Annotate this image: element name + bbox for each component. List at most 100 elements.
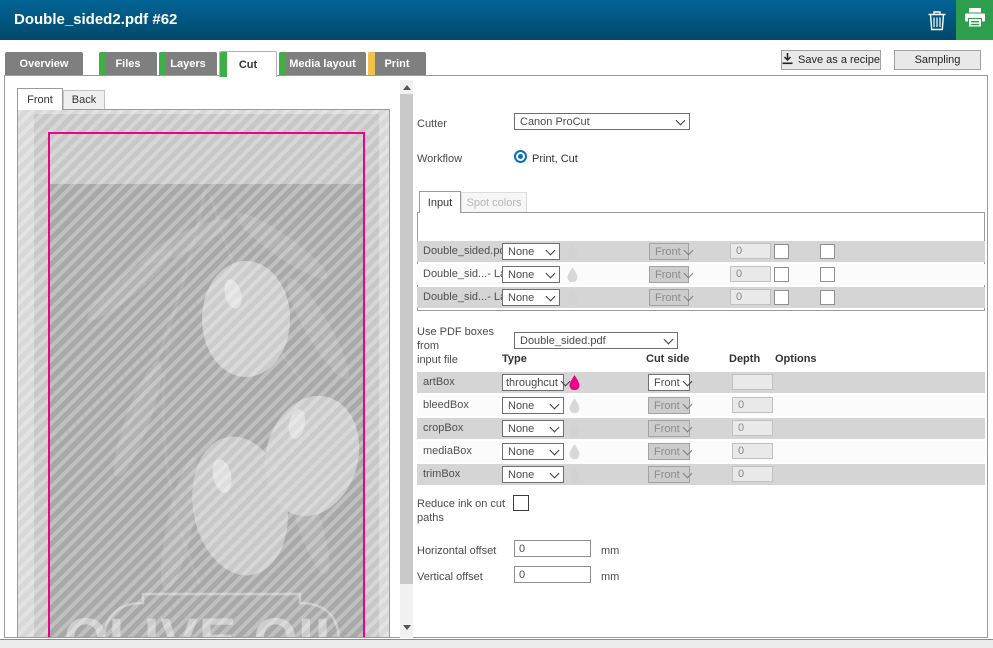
type-value: None — [508, 246, 534, 258]
tab-print[interactable]: Print — [368, 52, 426, 75]
chevron-down-icon — [676, 115, 686, 125]
table-row: mediaBox None Front 0 — [417, 441, 985, 462]
chevron-down-icon — [546, 268, 556, 278]
chevron-down-icon — [682, 376, 692, 386]
preview-tab-front[interactable]: Front — [17, 88, 63, 110]
preview-tab-back[interactable]: Back — [63, 90, 105, 109]
droplet-icon — [569, 421, 580, 436]
row-name: Double_sided.pdf — [423, 241, 509, 262]
scroll-up-arrow-icon[interactable] — [403, 85, 411, 90]
col-header-cut-side: Cut side — [646, 353, 689, 366]
type-select[interactable]: None — [502, 289, 560, 306]
pdf-boxes-value: Double_sided.pdf — [520, 335, 606, 347]
scrollbar-thumb[interactable] — [400, 94, 413, 584]
sampling-button[interactable]: Sampling — [894, 50, 981, 70]
cut-side-value: Front — [654, 377, 680, 389]
workflow-label: Workflow — [417, 152, 462, 166]
tab-media-layout[interactable]: Media layout — [279, 52, 366, 75]
flip-horizontal-checkbox[interactable] — [774, 244, 789, 259]
tab-layers[interactable]: Layers — [159, 52, 217, 75]
cut-side-select: Front — [648, 466, 690, 483]
type-value: None — [508, 446, 534, 458]
type-select[interactable]: None — [502, 243, 560, 260]
tab-cut-label: Cut — [239, 59, 257, 71]
type-value: None — [508, 400, 534, 412]
subtab-input[interactable]: Input — [419, 191, 461, 213]
chevron-down-icon — [546, 245, 556, 255]
type-select[interactable]: None — [502, 443, 564, 460]
cut-side-value: Front — [654, 469, 680, 481]
table-row: artBox throughcut Front — [417, 372, 985, 393]
save-as-recipe-label: Save as a recipe — [798, 54, 880, 66]
tab-files[interactable]: Files — [99, 52, 157, 75]
flip-vertical-checkbox[interactable] — [820, 267, 835, 282]
cut-side-select: Front — [649, 289, 689, 306]
cut-side-select[interactable]: Front — [648, 374, 690, 391]
subtab-spot-colors[interactable]: Spot colors — [461, 192, 527, 212]
tab-media-layout-label: Media layout — [289, 58, 356, 70]
row-name: cropBox — [423, 418, 463, 439]
tab-overview-label: Overview — [20, 58, 69, 70]
type-value: None — [508, 269, 534, 281]
droplet-icon — [567, 267, 578, 282]
droplet-icon — [569, 398, 580, 413]
table-row: trimBox None Front 0 — [417, 464, 985, 485]
cut-side-value: Front — [654, 400, 680, 412]
chevron-down-icon — [550, 445, 560, 455]
flip-vertical-checkbox[interactable] — [820, 244, 835, 259]
depth-field — [732, 374, 773, 390]
subtab-input-label: Input — [428, 197, 452, 209]
flip-vertical-checkbox[interactable] — [820, 290, 835, 305]
type-select[interactable]: throughcut — [502, 374, 564, 391]
type-value: None — [508, 292, 534, 304]
horizontal-offset-input[interactable] — [514, 540, 591, 557]
droplet-icon — [567, 290, 578, 305]
table-row: bleedBox None Front 0 — [417, 395, 985, 416]
cut-path-outline — [48, 132, 365, 638]
tab-overview[interactable]: Overview — [5, 52, 83, 75]
horizontal-offset-label: Horizontal offset — [417, 544, 496, 558]
col-header-options: Options — [775, 353, 817, 366]
depth-field: 0 — [730, 243, 771, 259]
print-button[interactable] — [956, 0, 993, 40]
tab-status-strip — [159, 52, 166, 75]
chevron-down-icon — [664, 334, 674, 344]
tab-print-label: Print — [384, 58, 409, 70]
table-row: Double_sid...- Layer 2 None Front 0 — [417, 264, 985, 285]
type-select[interactable]: None — [502, 266, 560, 283]
cut-side-value: Front — [655, 292, 681, 304]
type-select[interactable]: None — [502, 466, 564, 483]
cutter-select[interactable]: Canon ProCut — [514, 113, 690, 130]
type-select[interactable]: None — [502, 397, 564, 414]
preview-tab-back-label: Back — [72, 94, 96, 106]
tab-cut[interactable]: Cut — [219, 51, 277, 77]
type-select[interactable]: None — [502, 420, 564, 437]
pdf-boxes-select[interactable]: Double_sided.pdf — [514, 332, 678, 349]
flip-horizontal-checkbox[interactable] — [774, 267, 789, 282]
flip-horizontal-checkbox[interactable] — [774, 290, 789, 305]
col-header-type: Type — [502, 353, 527, 366]
tab-status-strip — [220, 52, 227, 77]
tab-layers-label: Layers — [170, 58, 205, 70]
chevron-down-icon — [550, 399, 560, 409]
workflow-radio-print-cut[interactable] — [514, 150, 527, 163]
type-value: None — [508, 469, 534, 481]
row-name: mediaBox — [423, 441, 472, 462]
save-as-recipe-button[interactable]: Save as a recipe — [781, 50, 881, 70]
reduce-ink-checkbox[interactable] — [513, 495, 529, 511]
window-bottom-edge — [0, 639, 993, 648]
sampling-label: Sampling — [915, 54, 961, 66]
droplet-icon — [569, 375, 580, 390]
chevron-down-icon — [683, 291, 693, 301]
save-download-icon — [782, 53, 793, 68]
cut-side-select: Front — [648, 397, 690, 414]
horizontal-offset-unit: mm — [601, 544, 619, 558]
tab-status-strip — [279, 52, 286, 75]
col-header-depth: Depth — [729, 353, 760, 366]
trash-icon[interactable] — [927, 10, 947, 31]
preview-tab-front-label: Front — [27, 94, 53, 106]
chevron-down-icon — [550, 422, 560, 432]
scroll-down-arrow-icon[interactable] — [403, 625, 411, 630]
cut-side-value: Front — [654, 446, 680, 458]
vertical-offset-input[interactable] — [514, 566, 591, 583]
